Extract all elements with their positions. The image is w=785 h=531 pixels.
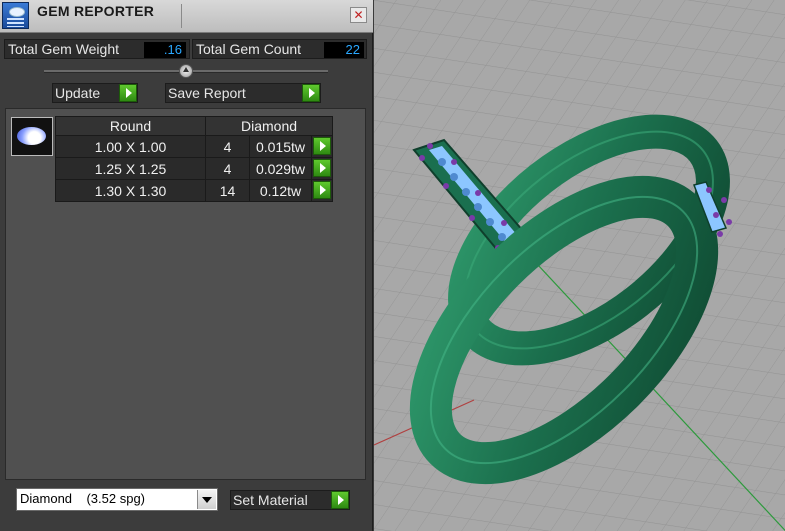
- update-arrow-icon[interactable]: [119, 84, 137, 102]
- gem-weight: 0.015tw: [249, 135, 312, 158]
- total-gem-count-label: Total Gem Count: [196, 41, 302, 57]
- round-gem-thumbnail[interactable]: [11, 117, 53, 156]
- update-label: Update: [55, 85, 101, 101]
- gem-count: 14: [205, 179, 250, 202]
- slider-handle[interactable]: [179, 64, 193, 78]
- title-divider: [181, 4, 182, 28]
- table-row: 1.25 X 1.25 4 0.029tw: [55, 157, 333, 180]
- table-row: 1.00 X 1.00 4 0.015tw: [55, 135, 333, 158]
- chevron-down-icon[interactable]: [197, 490, 216, 509]
- material-selected-value: Diamond (3.52 spg): [20, 491, 146, 506]
- row-arrow-cell: [311, 179, 333, 202]
- table-row: 1.30 X 1.30 14 0.12tw: [55, 179, 333, 202]
- gem-weight: 0.029tw: [249, 157, 312, 180]
- row-arrow-cell: [311, 135, 333, 158]
- gem-reporter-panel: GEM REPORTER ✕ Total Gem Weight .16 Tota…: [0, 0, 373, 531]
- save-report-arrow-icon[interactable]: [302, 84, 320, 102]
- set-material-button[interactable]: Set Material: [230, 490, 350, 510]
- set-material-label: Set Material: [233, 492, 308, 508]
- close-button[interactable]: ✕: [350, 7, 367, 23]
- gem-size: 1.25 X 1.25: [55, 157, 206, 180]
- total-gem-weight-value: .16: [144, 42, 186, 58]
- row-arrow-icon[interactable]: [313, 159, 331, 177]
- gem-table-header: Round Diamond: [55, 116, 333, 136]
- title-bar: GEM REPORTER ✕: [0, 0, 373, 33]
- total-gem-weight-label: Total Gem Weight: [8, 41, 120, 57]
- close-icon: ✕: [353, 8, 364, 22]
- gem-reporter-app-icon: [2, 2, 29, 29]
- gem-count: 4: [205, 135, 250, 158]
- row-arrow-cell: [311, 157, 333, 180]
- gem-size: 1.30 X 1.30: [55, 179, 206, 202]
- set-material-arrow-icon[interactable]: [331, 491, 349, 509]
- total-gem-count-box: Total Gem Count 22: [192, 39, 367, 59]
- save-report-button[interactable]: Save Report: [165, 83, 321, 103]
- round-gem-icon: [17, 127, 46, 145]
- gem-table: Round Diamond 1.00 X 1.00 4 0.015tw 1.25…: [55, 116, 333, 202]
- material-header: Diamond: [205, 116, 333, 136]
- shape-header: Round: [55, 116, 206, 136]
- row-arrow-icon[interactable]: [313, 137, 331, 155]
- gem-count: 4: [205, 157, 250, 180]
- gem-weight: 0.12tw: [249, 179, 312, 202]
- viewport-canvas: [374, 0, 785, 531]
- update-button[interactable]: Update: [52, 83, 138, 103]
- material-select[interactable]: Diamond (3.52 spg): [16, 488, 218, 511]
- save-report-label: Save Report: [168, 85, 246, 101]
- gem-size: 1.00 X 1.00: [55, 135, 206, 158]
- 3d-viewport[interactable]: [374, 0, 785, 531]
- row-arrow-icon[interactable]: [313, 181, 331, 199]
- window-title: GEM REPORTER: [37, 3, 155, 19]
- total-gem-count-value: 22: [324, 42, 364, 58]
- total-gem-weight-box: Total Gem Weight .16: [4, 39, 190, 59]
